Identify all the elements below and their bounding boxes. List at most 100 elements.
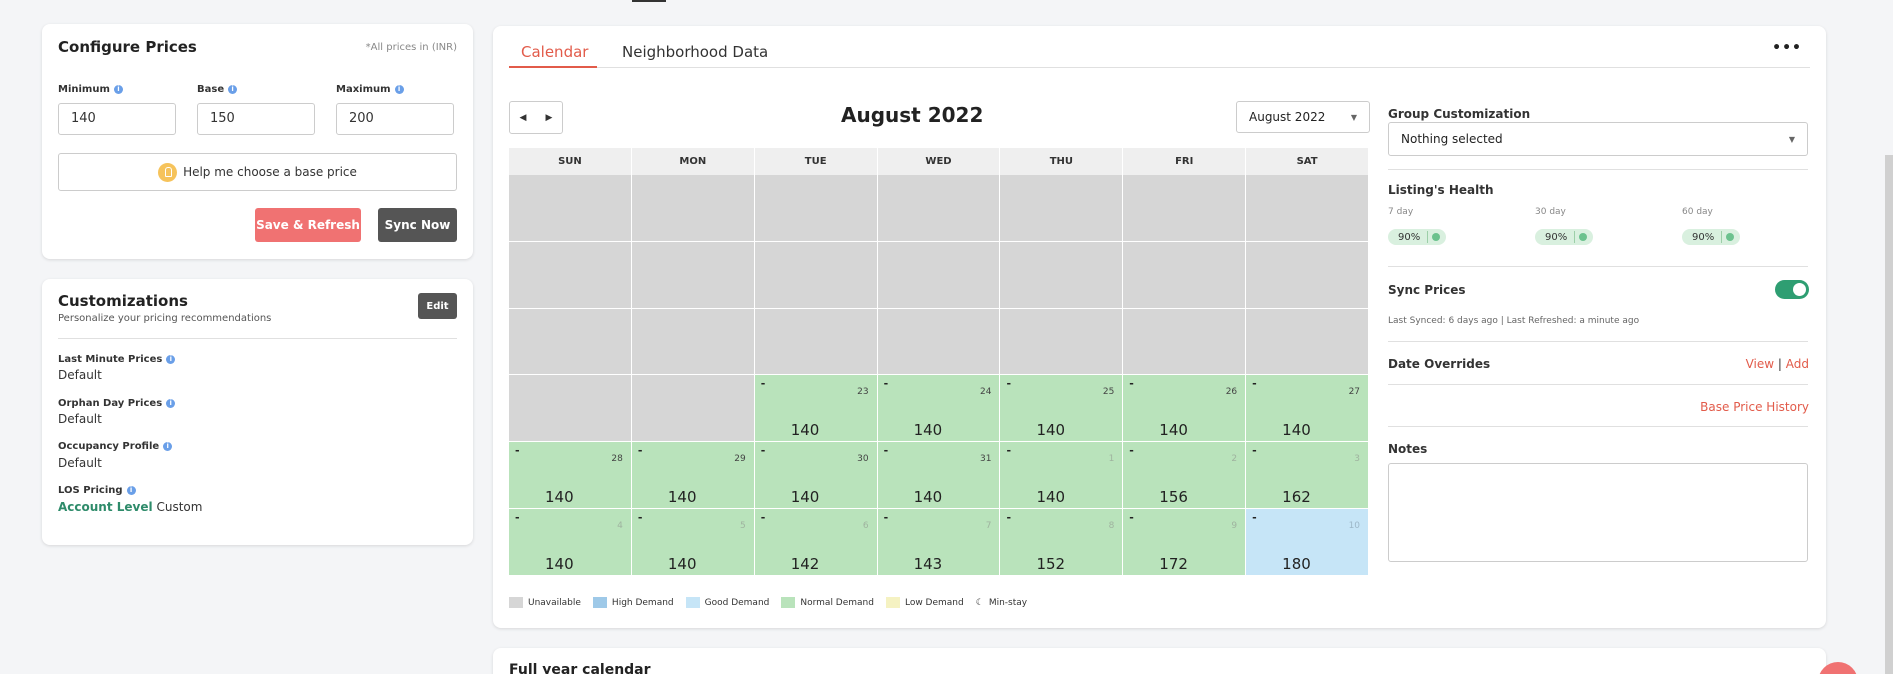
add-override-link[interactable]: Add	[1786, 357, 1809, 371]
account-level-link[interactable]: Account Level	[58, 500, 153, 514]
info-icon[interactable]: i	[163, 442, 173, 451]
weekday-sun: SUN	[509, 148, 632, 175]
date-overrides-label: Date Overrides	[1388, 357, 1491, 371]
info-icon[interactable]: i	[394, 85, 404, 94]
link-separator: |	[1777, 357, 1782, 371]
min-stay-dash: -	[883, 510, 889, 524]
day-price: 162	[1282, 487, 1311, 506]
day-price: 140	[1282, 421, 1311, 440]
min-stay-dash: -	[1252, 444, 1257, 458]
divider	[1388, 384, 1808, 385]
help-choose-base-price-button[interactable]: Help me choose a base price	[58, 153, 457, 191]
status-dot-icon	[1579, 233, 1587, 241]
legend-item: High Demand	[592, 597, 674, 608]
last-minute-prices-value: Default	[58, 368, 102, 382]
calendar-week	[509, 241, 1370, 309]
day-number: 6	[862, 520, 869, 531]
calendar-day-cell[interactable]: - 1 140	[1000, 442, 1124, 509]
status-dot-icon	[1432, 233, 1440, 241]
more-options-icon[interactable]: •••	[1772, 40, 1802, 56]
min-stay-dash: -	[515, 510, 520, 524]
notes-textarea[interactable]	[1388, 463, 1808, 562]
day-number: 1	[1108, 454, 1115, 465]
minimum-input[interactable]: 140	[58, 103, 176, 135]
next-month-icon[interactable]: ▶	[536, 102, 562, 133]
weekday-mon: MON	[631, 148, 755, 175]
edit-button[interactable]: Edit	[418, 293, 457, 319]
status-dot-icon	[1726, 233, 1734, 241]
tab-neighborhood-data[interactable]: Neighborhood Data	[622, 43, 768, 61]
min-stay-dash: -	[1006, 510, 1012, 524]
min-stay-dash: -	[1129, 377, 1134, 391]
info-icon[interactable]: i	[126, 486, 136, 495]
calendar-week: - 4 140 - 5 140 - 6 142 - 7 143 - 8 152 - 9 172 - 10 180	[509, 508, 1370, 576]
group-customization-select[interactable]: Nothing selected ▼	[1388, 122, 1808, 156]
calendar-day-cell[interactable]: - 3 162	[1246, 442, 1370, 509]
calendar-day-cell[interactable]: - 26 140	[1123, 375, 1247, 443]
day-number: 3	[1354, 454, 1361, 465]
top-edge-mark	[632, 0, 666, 2]
calendar-day-cell[interactable]: - 27 140	[1246, 375, 1370, 443]
legend-item: Unavailable	[509, 597, 581, 608]
orphan-day-prices-label: Orphan Day Prices i	[58, 398, 176, 409]
calendar-day-cell	[877, 308, 1001, 376]
prev-month-icon[interactable]: ◀	[510, 102, 536, 133]
calendar-week	[509, 308, 1370, 376]
info-icon[interactable]: i	[166, 355, 176, 364]
legend-swatch	[509, 597, 523, 608]
info-icon[interactable]: i	[113, 85, 123, 94]
day-number: 27	[1348, 387, 1361, 398]
calendar-day-cell[interactable]: - 9 172	[1123, 508, 1247, 576]
currency-note: *All prices in (INR)	[365, 42, 457, 53]
calendar-day-cell	[1000, 241, 1124, 309]
calendar-day-cell[interactable]: - 6 142	[754, 508, 878, 576]
month-select[interactable]: August 2022 ▼	[1236, 101, 1370, 133]
calendar-day-cell[interactable]: - 28 140	[509, 442, 632, 509]
calendar-day-cell[interactable]: - 24 140	[877, 375, 1001, 443]
divider	[58, 338, 457, 339]
active-tab-underline	[509, 66, 597, 68]
page-scrollbar[interactable]	[1885, 155, 1893, 674]
info-icon[interactable]: i	[228, 85, 238, 94]
calendar-day-cell	[1123, 308, 1247, 376]
maximum-input[interactable]: 200	[336, 103, 454, 135]
sync-prices-toggle[interactable]	[1775, 280, 1809, 299]
base-input[interactable]: 150	[197, 103, 315, 135]
calendar-day-cell[interactable]: - 25 140	[1000, 375, 1124, 443]
calendar-day-cell[interactable]: - 31 140	[877, 442, 1001, 509]
customizations-title: Customizations	[58, 292, 188, 310]
pill-separator	[1721, 231, 1722, 243]
min-stay-dash: -	[883, 444, 889, 458]
chevron-down-icon: ▼	[1788, 134, 1795, 144]
min-stay-dash: -	[1252, 510, 1257, 524]
min-stay-dash: -	[760, 510, 766, 524]
day-price: 140	[545, 487, 574, 506]
view-overrides-link[interactable]: View	[1746, 357, 1774, 371]
calendar-day-cell[interactable]: - 23 140	[754, 375, 878, 443]
calendar-day-cell[interactable]: - 8 152	[1000, 508, 1124, 576]
min-stay-dash: -	[1006, 377, 1012, 391]
calendar-day-cell[interactable]: - 2 156	[1123, 442, 1247, 509]
calendar-day-cell[interactable]: - 29 140	[631, 442, 755, 509]
los-pricing-value: Account Level Custom	[58, 500, 203, 514]
calendar-day-cell	[509, 241, 632, 309]
save-refresh-button[interactable]: Save & Refresh	[255, 208, 361, 242]
last-synced-text: Last Synced: 6 days ago | Last Refreshed…	[1388, 316, 1640, 326]
calendar-day-cell[interactable]: - 30 140	[754, 442, 878, 509]
calendar-day-cell[interactable]: - 4 140	[509, 508, 632, 576]
calendar-day-cell[interactable]: - 10 180	[1246, 508, 1370, 576]
calendar-day-cell[interactable]: - 5 140	[631, 508, 755, 576]
calendar-day-cell[interactable]: - 7 143	[877, 508, 1001, 576]
min-stay-dash: -	[1006, 444, 1012, 458]
weekday-thu: THU	[1000, 148, 1124, 175]
notes-label: Notes	[1388, 442, 1428, 456]
calendar-day-cell	[754, 308, 878, 376]
base-price-history-link[interactable]: Base Price History	[1700, 400, 1809, 414]
legend-items: Unavailable High Demand Good Demand Normal …	[509, 597, 964, 608]
maximum-label: Maximum i	[336, 84, 404, 95]
info-icon[interactable]: i	[166, 399, 176, 408]
health-7day-label: 7 day	[1388, 207, 1414, 217]
divider	[1388, 169, 1808, 170]
tab-calendar[interactable]: Calendar	[521, 43, 588, 61]
sync-now-button[interactable]: Sync Now	[378, 208, 457, 242]
